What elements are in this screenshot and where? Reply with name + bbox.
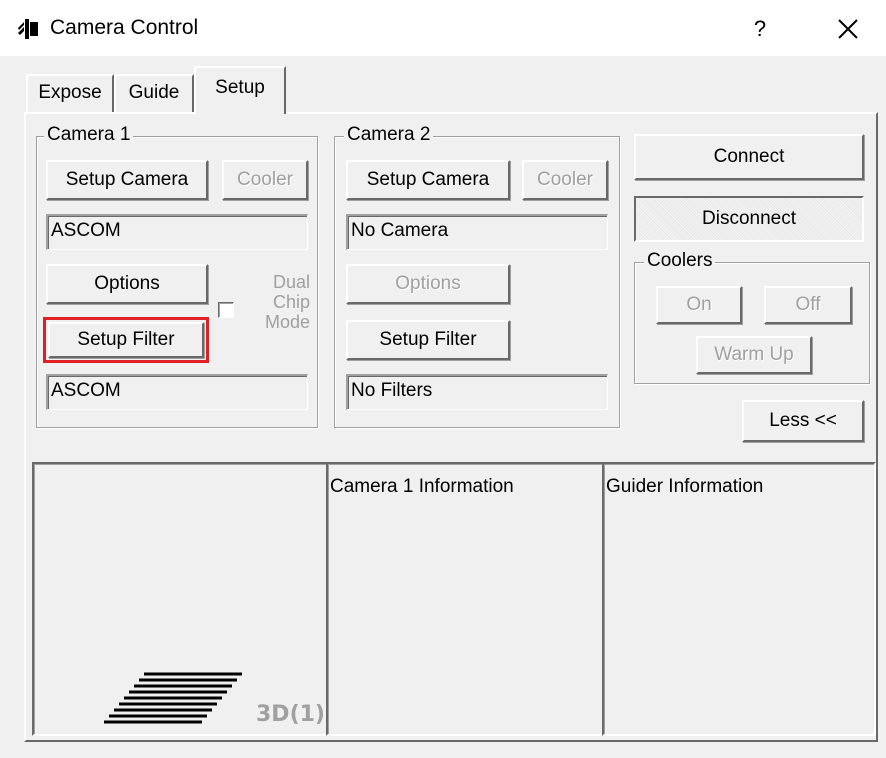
disconnect-button[interactable]: Disconnect [634, 196, 864, 242]
cooler-off-button[interactable]: Off [764, 286, 852, 324]
camera2-filter-field: No Filters [346, 374, 608, 410]
coolers-group-label: Coolers [644, 250, 716, 272]
camera1-filter-field: ASCOM [46, 374, 308, 410]
close-icon [838, 19, 858, 39]
camera2-camera-field: No Camera [346, 214, 608, 250]
tab-guide[interactable]: Guide [114, 74, 194, 112]
camera1-camera-field: ASCOM [46, 214, 308, 250]
camera2-setup-camera-button[interactable]: Setup Camera [346, 160, 510, 200]
camera1-cooler-button[interactable]: Cooler [222, 160, 308, 200]
cooler-warm-up-button[interactable]: Warm Up [696, 336, 812, 374]
camera2-cooler-button[interactable]: Cooler [522, 160, 608, 200]
less-button[interactable]: Less << [742, 400, 864, 442]
cooler-on-button[interactable]: On [656, 286, 742, 324]
dual-chip-mode-label: Dual Chip Mode [264, 272, 310, 332]
camera2-setup-filter-button[interactable]: Setup Filter [346, 320, 510, 360]
guider-information-title: Guider Information [606, 476, 764, 497]
connect-button[interactable]: Connect [634, 134, 864, 180]
window-title: Camera Control [50, 16, 199, 39]
camera2-group-label: Camera 2 [344, 124, 434, 146]
camera1-options-button[interactable]: Options [46, 264, 208, 304]
logo-3d-label: 3D(1) [256, 702, 325, 727]
camera1-information-pane [326, 462, 604, 736]
telescope-logo-icon [96, 668, 246, 728]
camera1-information-title: Camera 1 Information [330, 476, 514, 497]
close-button[interactable] [826, 10, 870, 48]
tab-expose[interactable]: Expose [26, 74, 114, 112]
camera2-options-button[interactable]: Options [346, 264, 510, 304]
camera1-setup-filter-button[interactable]: Setup Filter [43, 317, 209, 363]
title-bar: Camera Control ? [0, 0, 886, 56]
camera1-group-label: Camera 1 [44, 124, 134, 146]
camera1-setup-camera-button[interactable]: Setup Camera [46, 160, 208, 200]
camera-control-app-icon [16, 18, 40, 40]
dual-chip-mode-checkbox[interactable] [218, 302, 234, 318]
help-button[interactable]: ? [742, 12, 778, 46]
tab-setup[interactable]: Setup [194, 66, 286, 114]
guider-information-pane [602, 462, 876, 736]
